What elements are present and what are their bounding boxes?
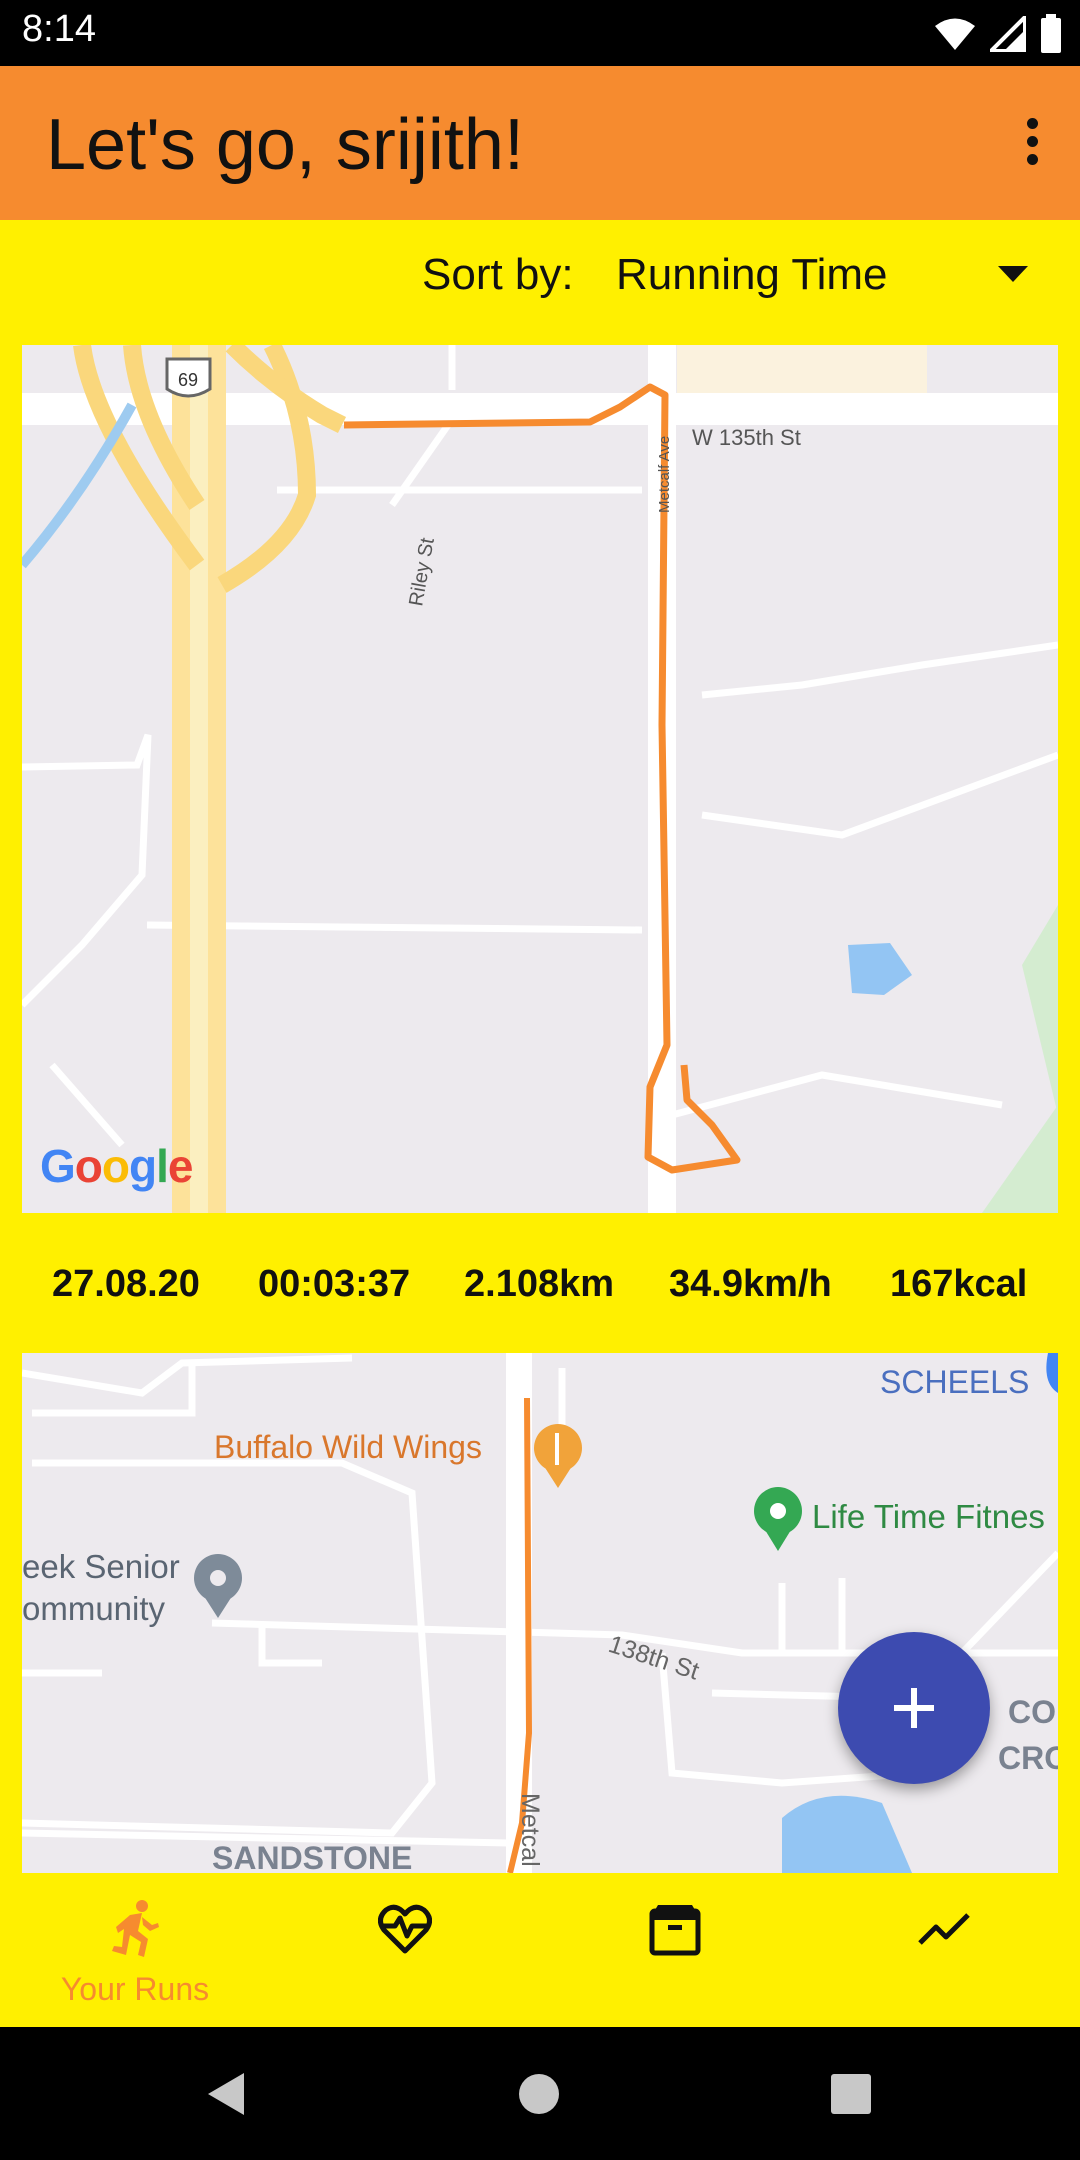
running-icon <box>112 1900 159 1957</box>
run-distance: 2.108km <box>464 1263 615 1305</box>
nav-label: Your Runs <box>60 1971 210 2007</box>
nav-item-stats[interactable] <box>810 1873 1080 2027</box>
run-speed: 34.9km/h <box>669 1263 832 1305</box>
map-1-canvas: 69 W 135th St Metcalf Ave Riley St <box>22 345 1058 1213</box>
status-icons <box>934 12 1062 56</box>
run-map-1[interactable]: 69 W 135th St Metcalf Ave Riley St Googl… <box>22 345 1058 1213</box>
page-title: Let's go, srijith! <box>46 105 524 185</box>
sort-row: Sort by: Running Time <box>0 220 1080 345</box>
wifi-icon <box>935 18 975 50</box>
run-calories: 167kcal <box>890 1263 1028 1305</box>
poi-label: ommunity <box>22 1590 166 1627</box>
poi-label: Life Time Fitnes <box>812 1498 1045 1535</box>
status-bar: 8:14 <box>0 0 1080 66</box>
home-icon[interactable] <box>518 2073 560 2115</box>
area-label: COR <box>1008 1694 1058 1730</box>
more-vert-icon <box>1026 118 1038 129</box>
street-label: Metcalf Ave <box>656 436 673 513</box>
plus-icon <box>894 1688 934 1728</box>
run-stats-1[interactable]: 27.08.20 00:03:37 2.108km 34.9km/h 167kc… <box>0 1213 1080 1353</box>
app-bar: Let's go, srijith! <box>0 66 1080 220</box>
area-label: CROSS <box>998 1740 1058 1776</box>
highway-shield-label: 69 <box>178 370 198 390</box>
run-map-2[interactable]: SCHEELS Buffalo Wild Wings Life Time Fit… <box>22 1353 1058 1873</box>
map-2-canvas: SCHEELS Buffalo Wild Wings Life Time Fit… <box>22 1353 1058 1873</box>
run-duration: 00:03:37 <box>258 1263 411 1305</box>
poi-label: eek Senior <box>22 1548 180 1585</box>
more-vert-dot <box>1026 154 1038 165</box>
nav-item-your-runs[interactable]: Your Runs <box>0 1873 270 2027</box>
archive-icon <box>649 1905 701 1956</box>
sort-dropdown[interactable]: Running Time <box>616 250 887 300</box>
dropdown-caret-icon[interactable] <box>998 266 1028 282</box>
more-vert-dot <box>1026 136 1038 147</box>
system-navigation-bar <box>0 2027 1080 2160</box>
area-label: SANDSTONE <box>212 1840 412 1873</box>
overflow-menu-button[interactable] <box>1024 118 1040 168</box>
trending-icon <box>918 1913 970 1945</box>
run-date: 27.08.20 <box>52 1263 200 1305</box>
recents-icon[interactable] <box>830 2073 872 2115</box>
battery-icon <box>1041 14 1061 53</box>
signal-icon <box>990 16 1026 52</box>
poi-label: SCHEELS <box>880 1364 1029 1400</box>
street-label: W 135th St <box>692 425 801 450</box>
sort-label: Sort by: <box>422 250 574 299</box>
google-logo: Google <box>40 1140 193 1192</box>
street-label: Metcal <box>516 1793 544 1867</box>
add-run-fab[interactable] <box>838 1632 990 1784</box>
poi-label: Buffalo Wild Wings <box>214 1429 482 1465</box>
status-time: 8:14 <box>22 8 96 50</box>
heart-pulse-icon <box>378 1904 432 1954</box>
back-icon[interactable] <box>204 2071 246 2117</box>
nav-item-health[interactable] <box>270 1873 540 2027</box>
nav-item-archive[interactable] <box>540 1873 810 2027</box>
bottom-navigation: Your Runs <box>0 1873 1080 2027</box>
